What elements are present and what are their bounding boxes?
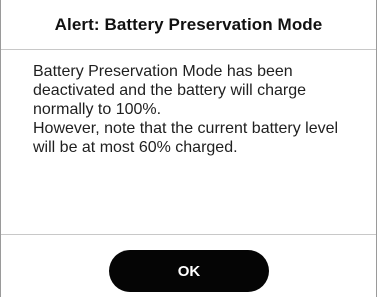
ok-button[interactable]: OK <box>109 250 269 292</box>
dialog-header: Alert: Battery Preservation Mode <box>1 0 376 50</box>
dialog-footer: OK <box>1 234 376 297</box>
dialog-message-paragraph-2: However, note that the current battery l… <box>33 120 339 156</box>
dialog-message: Battery Preservation Mode has been deact… <box>33 62 360 157</box>
alert-dialog: Alert: Battery Preservation Mode Battery… <box>0 0 377 297</box>
dialog-title: Alert: Battery Preservation Mode <box>54 14 323 34</box>
dialog-message-paragraph-1: Battery Preservation Mode has been deact… <box>33 63 307 118</box>
